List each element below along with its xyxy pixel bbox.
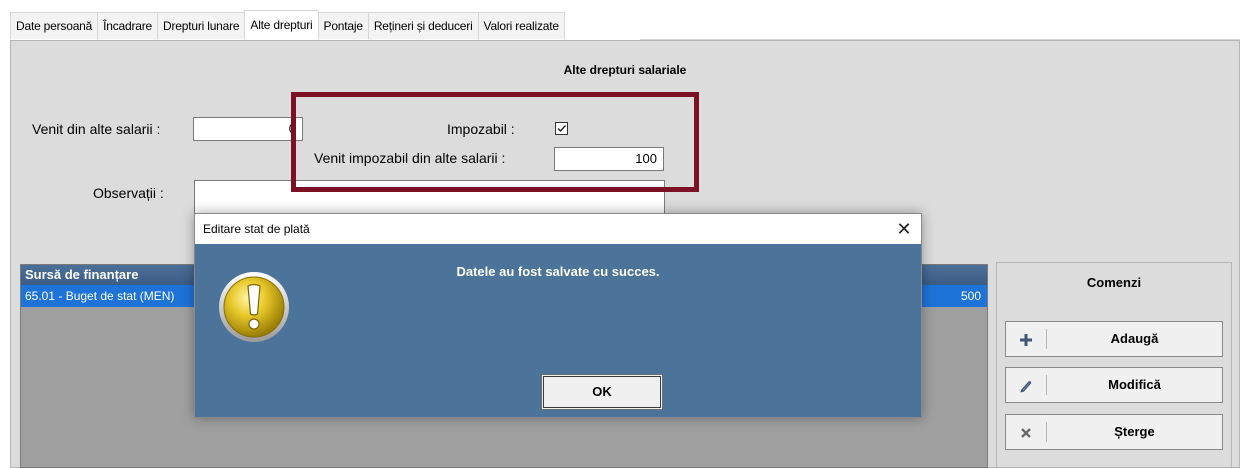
tab-date-persoana[interactable]: Date persoană xyxy=(10,12,99,39)
comenzi-panel: Comenzi Adaugă Modifică Șterge xyxy=(996,262,1232,468)
tab-retineri-deduceri[interactable]: Rețineri și deduceri xyxy=(367,12,479,39)
modifica-button[interactable]: Modifică xyxy=(1005,367,1223,403)
tab-alte-drepturi[interactable]: Alte drepturi xyxy=(244,10,319,39)
observatii-label: Observații : xyxy=(93,185,164,201)
tab-valori-realizate[interactable]: Valori realizate xyxy=(477,12,565,39)
x-icon xyxy=(1006,415,1046,449)
adauga-label: Adaugă xyxy=(1110,331,1159,346)
dialog-titlebar: Editare stat de plată ✕ xyxy=(195,214,921,244)
exclamation-icon xyxy=(217,270,291,344)
comenzi-title: Comenzi xyxy=(1086,275,1142,290)
save-success-dialog: Editare stat de plată ✕ Datele au fost s… xyxy=(194,213,922,418)
venit-alte-salarii-label: Venit din alte salarii : xyxy=(32,121,161,137)
plus-icon xyxy=(1006,322,1046,356)
grid-cell-amount: 500 xyxy=(960,289,981,303)
sterge-label: Șterge xyxy=(1114,424,1155,439)
tab-incadrare[interactable]: Încadrare xyxy=(97,12,159,39)
adauga-button[interactable]: Adaugă xyxy=(1005,321,1223,357)
grid-cell-source: 65.01 - Buget de stat (MEN) xyxy=(25,289,175,303)
tab-bar: Date persoană Încadrare Drepturi lunare … xyxy=(10,10,565,40)
panel-title: Alte drepturi salariale xyxy=(563,63,687,77)
venit-alte-salarii-input[interactable]: 0 xyxy=(193,117,303,141)
pencil-icon xyxy=(1006,368,1046,402)
dialog-message: Datele au fost salvate cu succes. xyxy=(456,264,660,279)
dialog-title: Editare stat de plată xyxy=(203,222,310,236)
modifica-label: Modifică xyxy=(1108,377,1161,392)
sterge-button[interactable]: Șterge xyxy=(1005,414,1223,450)
tab-pontaje[interactable]: Pontaje xyxy=(317,12,369,39)
highlight-box xyxy=(291,92,699,192)
ok-button[interactable]: OK xyxy=(541,374,663,410)
tab-drepturi-lunare[interactable]: Drepturi lunare xyxy=(157,12,246,39)
close-icon[interactable]: ✕ xyxy=(887,214,921,244)
